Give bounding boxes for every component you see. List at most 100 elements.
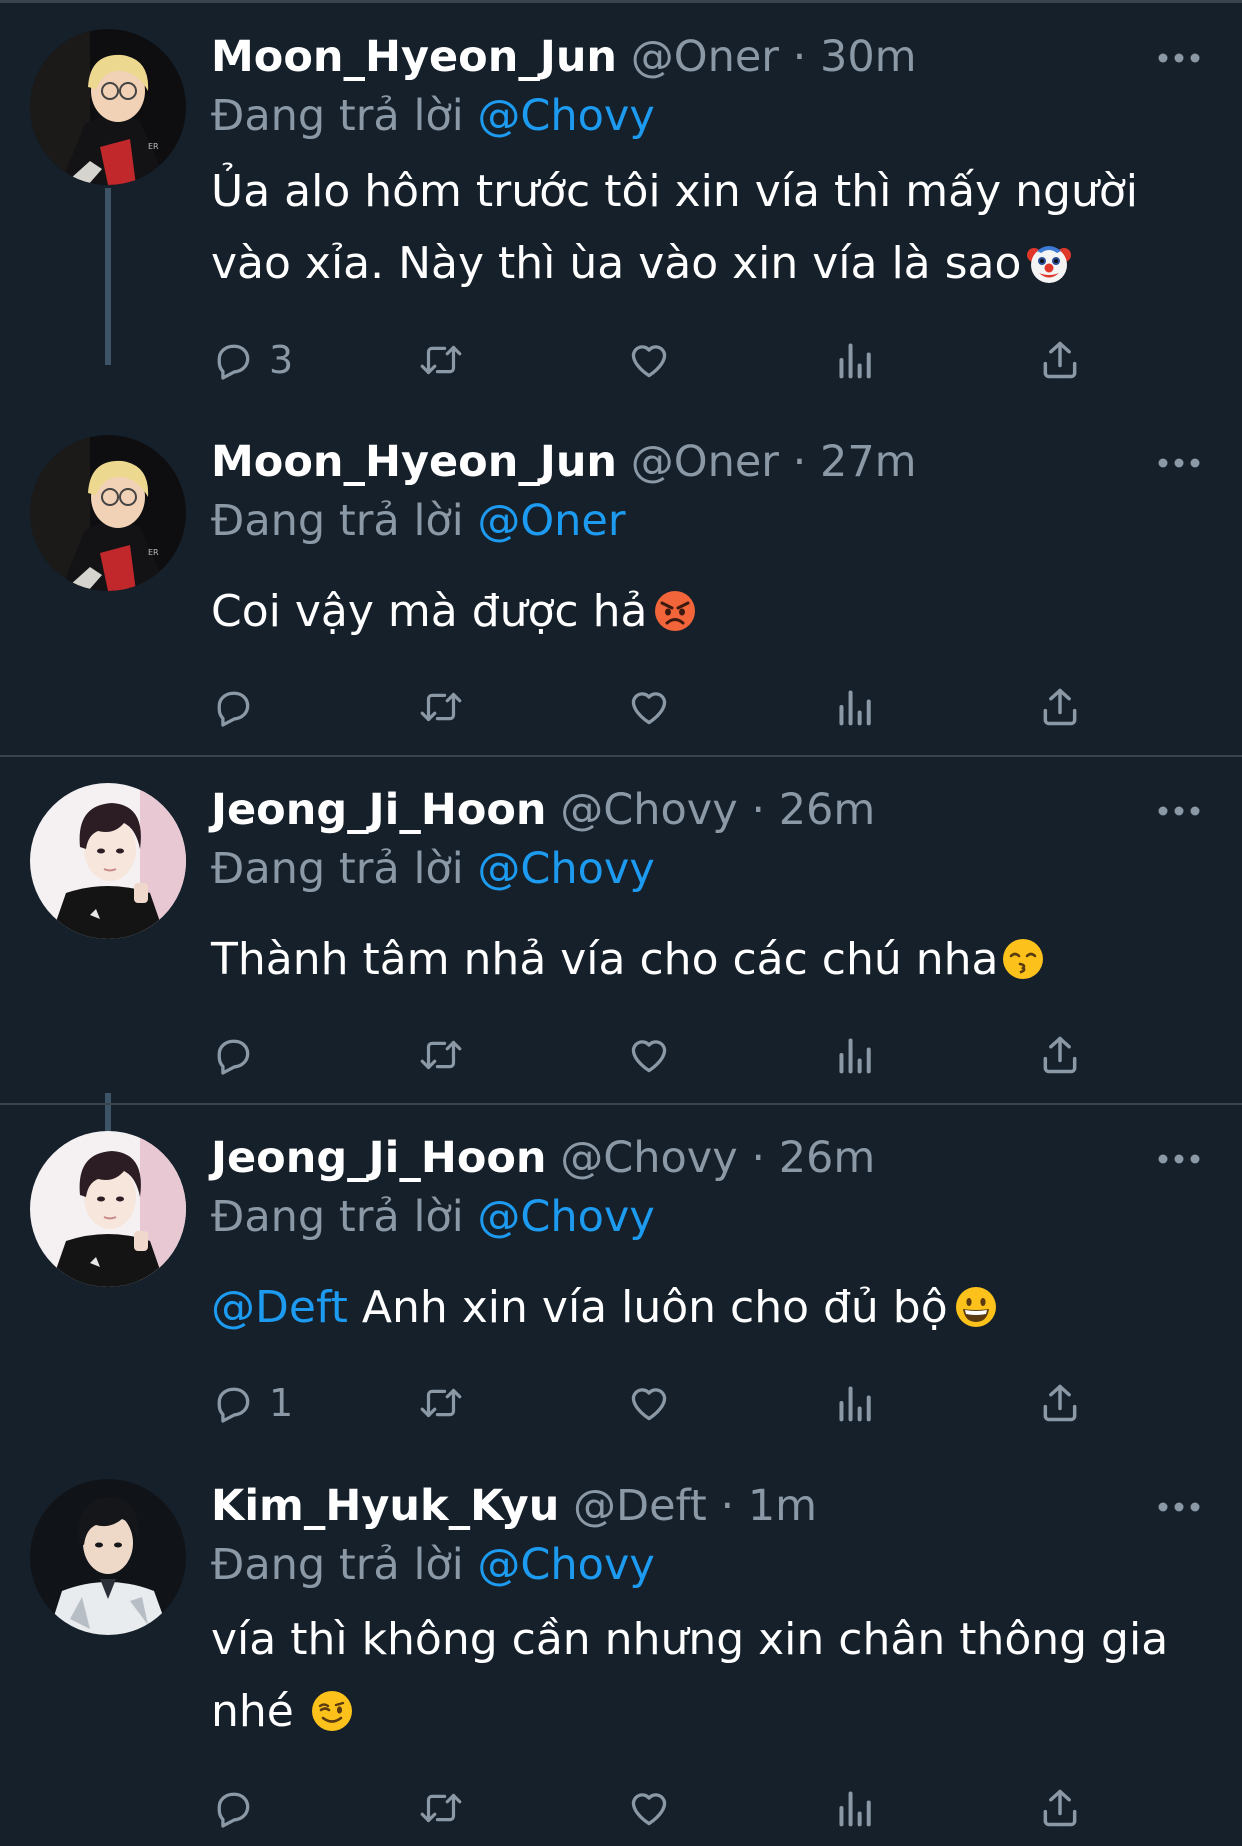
avatar[interactable] (30, 783, 186, 939)
replying-to-mention[interactable]: @Chovy (477, 844, 654, 894)
replying-to: Đang trả lời @Chovy (211, 1188, 655, 1246)
retweet-icon (420, 1040, 462, 1070)
retweet-button[interactable] (416, 1377, 466, 1429)
heart-icon (631, 345, 667, 378)
display-name[interactable]: Kim_Hyuk_Kyu (211, 1481, 559, 1531)
views-button[interactable] (836, 1029, 876, 1081)
timestamp[interactable]: 1m (748, 1481, 817, 1531)
kissing-face-icon (1001, 937, 1045, 981)
display-name[interactable]: Jeong_Ji_Hoon (211, 1133, 547, 1183)
tweet-text-line: Thành tâm nhả vía cho các chú nha (211, 924, 1045, 996)
reply-button[interactable] (211, 681, 269, 733)
tweet-actions (211, 1029, 1111, 1081)
separator-dot: · (720, 1481, 735, 1531)
tweet-text: Ủa alo hôm trước tôi xin vía thì mấy ngư… (211, 156, 1138, 300)
svg-text:ER: ER (148, 142, 159, 151)
separator-dot: · (751, 1133, 766, 1183)
retweet-button[interactable] (416, 334, 466, 386)
timestamp[interactable]: 30m (820, 32, 917, 82)
replying-to: Đang trả lời @Chovy (211, 87, 655, 145)
reply-button[interactable] (211, 1029, 269, 1081)
tweet[interactable]: ER Moon_Hyeon_Jun @Oner · 30m Đang trả l… (0, 0, 1242, 382)
share-button[interactable] (1038, 681, 1082, 733)
views-button[interactable] (836, 1377, 876, 1429)
text-mention[interactable]: @Deft (211, 1282, 348, 1333)
tweet-text-line: vào xỉa. Này thì ùa vào xin vía là sao (211, 228, 1138, 300)
avatar[interactable] (30, 1479, 186, 1635)
more-options-icon[interactable] (1150, 1497, 1208, 1517)
tweet-header: Kim_Hyuk_Kyu @Deft · 1m (211, 1477, 817, 1535)
share-button[interactable] (1038, 1782, 1082, 1834)
heart-icon (631, 1793, 667, 1826)
replying-to-mention[interactable]: @Chovy (477, 1192, 654, 1242)
timestamp[interactable]: 26m (779, 1133, 876, 1183)
user-handle[interactable]: @Oner (631, 32, 779, 82)
like-button[interactable] (626, 681, 672, 733)
user-handle[interactable]: @Deft (573, 1481, 707, 1531)
angry-face-icon (653, 589, 697, 633)
more-options-icon[interactable] (1150, 48, 1208, 68)
tweet[interactable]: Jeong_Ji_Hoon @Chovy · 26m Đang trả lời … (0, 753, 1242, 1103)
views-button[interactable] (836, 334, 876, 386)
reply-button[interactable]: 1 (211, 1377, 293, 1429)
heart-icon (631, 1388, 667, 1421)
timestamp[interactable]: 26m (779, 785, 876, 835)
like-button[interactable] (626, 1782, 672, 1834)
heart-icon (631, 1040, 667, 1073)
clown-face-icon (1027, 241, 1072, 285)
retweet-icon (420, 1388, 462, 1418)
views-button[interactable] (836, 681, 876, 733)
reply-icon (217, 1387, 250, 1423)
display-name[interactable]: Moon_Hyeon_Jun (211, 437, 617, 487)
display-name[interactable]: Jeong_Ji_Hoon (211, 785, 547, 835)
display-name[interactable]: Moon_Hyeon_Jun (211, 32, 617, 82)
tweet[interactable]: Kim_Hyuk_Kyu @Deft · 1m Đang trả lời @Ch… (0, 1449, 1242, 1846)
heart-icon (631, 692, 667, 725)
share-icon (1043, 341, 1077, 379)
replying-to-mention[interactable]: @Chovy (477, 91, 654, 141)
tweet-header: Moon_Hyeon_Jun @Oner · 27m (211, 433, 917, 491)
avatar[interactable]: ER (30, 29, 186, 185)
more-options-icon[interactable] (1150, 453, 1208, 473)
retweet-button[interactable] (416, 681, 466, 733)
replying-to-mention[interactable]: @Chovy (477, 1540, 654, 1590)
more-options-icon[interactable] (1150, 801, 1208, 821)
svg-text:ER: ER (148, 548, 159, 557)
separator-dot: · (792, 32, 807, 82)
tweet[interactable]: ER Moon_Hyeon_Jun @Oner · 27m Đang trả l… (0, 405, 1242, 755)
tweet-text-line: nhé (211, 1676, 1168, 1748)
reply-button[interactable] (211, 1782, 269, 1834)
user-handle[interactable]: @Chovy (560, 1133, 737, 1183)
more-options-icon[interactable] (1150, 1149, 1208, 1169)
retweet-button[interactable] (416, 1782, 466, 1834)
replying-prefix: Đang trả lời (211, 1540, 464, 1590)
user-handle[interactable]: @Chovy (560, 785, 737, 835)
tweet-text: @Deft Anh xin vía luôn cho đủ bộ (211, 1272, 998, 1344)
avatar[interactable]: ER (30, 435, 186, 591)
replying-to: Đang trả lời @Chovy (211, 840, 655, 898)
share-icon (1043, 688, 1077, 726)
tweet-text: vía thì không cần nhưng xin chân thông g… (211, 1604, 1168, 1748)
retweet-button[interactable] (416, 1029, 466, 1081)
avatar[interactable] (30, 1131, 186, 1287)
share-button[interactable] (1038, 334, 1082, 386)
analytics-icon (839, 690, 871, 726)
analytics-icon (839, 1791, 871, 1827)
share-button[interactable] (1038, 1377, 1082, 1429)
like-button[interactable] (626, 334, 672, 386)
retweet-icon (420, 1793, 462, 1823)
replying-prefix: Đang trả lời (211, 844, 464, 894)
reply-button[interactable]: 3 (211, 334, 293, 386)
tweet-actions: 1 (211, 1377, 1111, 1429)
timestamp[interactable]: 27m (820, 437, 917, 487)
views-button[interactable] (836, 1782, 876, 1834)
replying-to-mention[interactable]: @Oner (477, 496, 625, 546)
tweet-actions: 3 (211, 334, 1111, 386)
like-button[interactable] (626, 1377, 672, 1429)
user-handle[interactable]: @Oner (631, 437, 779, 487)
like-button[interactable] (626, 1029, 672, 1081)
share-button[interactable] (1038, 1029, 1082, 1081)
tweet-text-line: vía thì không cần nhưng xin chân thông g… (211, 1614, 1169, 1665)
tweet[interactable]: Jeong_Ji_Hoon @Chovy · 26m Đang trả lời … (0, 1101, 1242, 1449)
reply-icon (217, 691, 250, 727)
